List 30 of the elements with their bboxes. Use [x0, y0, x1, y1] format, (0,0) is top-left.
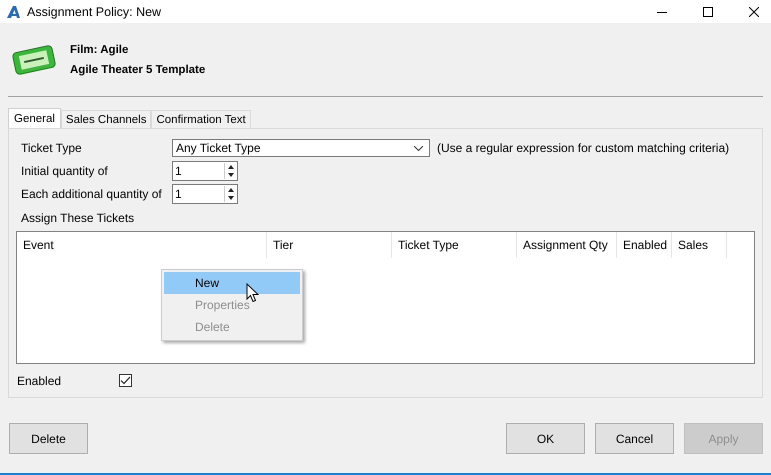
column-header[interactable]: Tier	[267, 232, 392, 258]
column-header[interactable]: Event	[17, 232, 267, 258]
hint-text: (Use a regular expression for custom matching criteria)	[437, 141, 730, 156]
template-name: Agile Theater 5 Template	[70, 64, 206, 76]
field-label: Ticket Type	[20, 141, 83, 156]
tab[interactable]: Sales Channels	[60, 110, 152, 128]
chevron-down-icon	[414, 146, 423, 151]
quantity-spinner[interactable]: 1	[172, 161, 238, 182]
app-logo-icon	[7, 6, 21, 18]
column-header[interactable]: Assignment Qty	[517, 232, 617, 258]
maximize-icon[interactable]	[703, 6, 713, 16]
enabled-checkbox[interactable]	[119, 374, 132, 388]
tab[interactable]: General	[8, 108, 61, 128]
column-header[interactable]: Ticket Type	[392, 232, 517, 258]
dialog-button[interactable]: Delete	[9, 423, 88, 454]
checkbox-label: Enabled	[16, 374, 62, 388]
window-title: Assignment Policy: New	[27, 4, 162, 18]
tab[interactable]: Confirmation Text	[151, 110, 251, 128]
film-name: Film: Agile	[70, 44, 130, 56]
quantity-spinner[interactable]: 1	[172, 184, 238, 204]
menu-item[interactable]: New	[164, 272, 300, 294]
dialog-button[interactable]: Cancel	[595, 423, 674, 454]
field-label: Each additional quantity of	[20, 186, 163, 201]
section-label: Assign These Tickets	[20, 211, 136, 226]
field-label: Initial quantity of	[20, 164, 109, 178]
column-header[interactable]: Enabled	[617, 232, 672, 258]
ticket-type-dropdown[interactable]: Any Ticket Type	[172, 139, 430, 158]
close-icon[interactable]	[749, 6, 759, 16]
column-header[interactable]: Sales	[672, 232, 727, 258]
dialog-button[interactable]: OK	[506, 423, 585, 454]
